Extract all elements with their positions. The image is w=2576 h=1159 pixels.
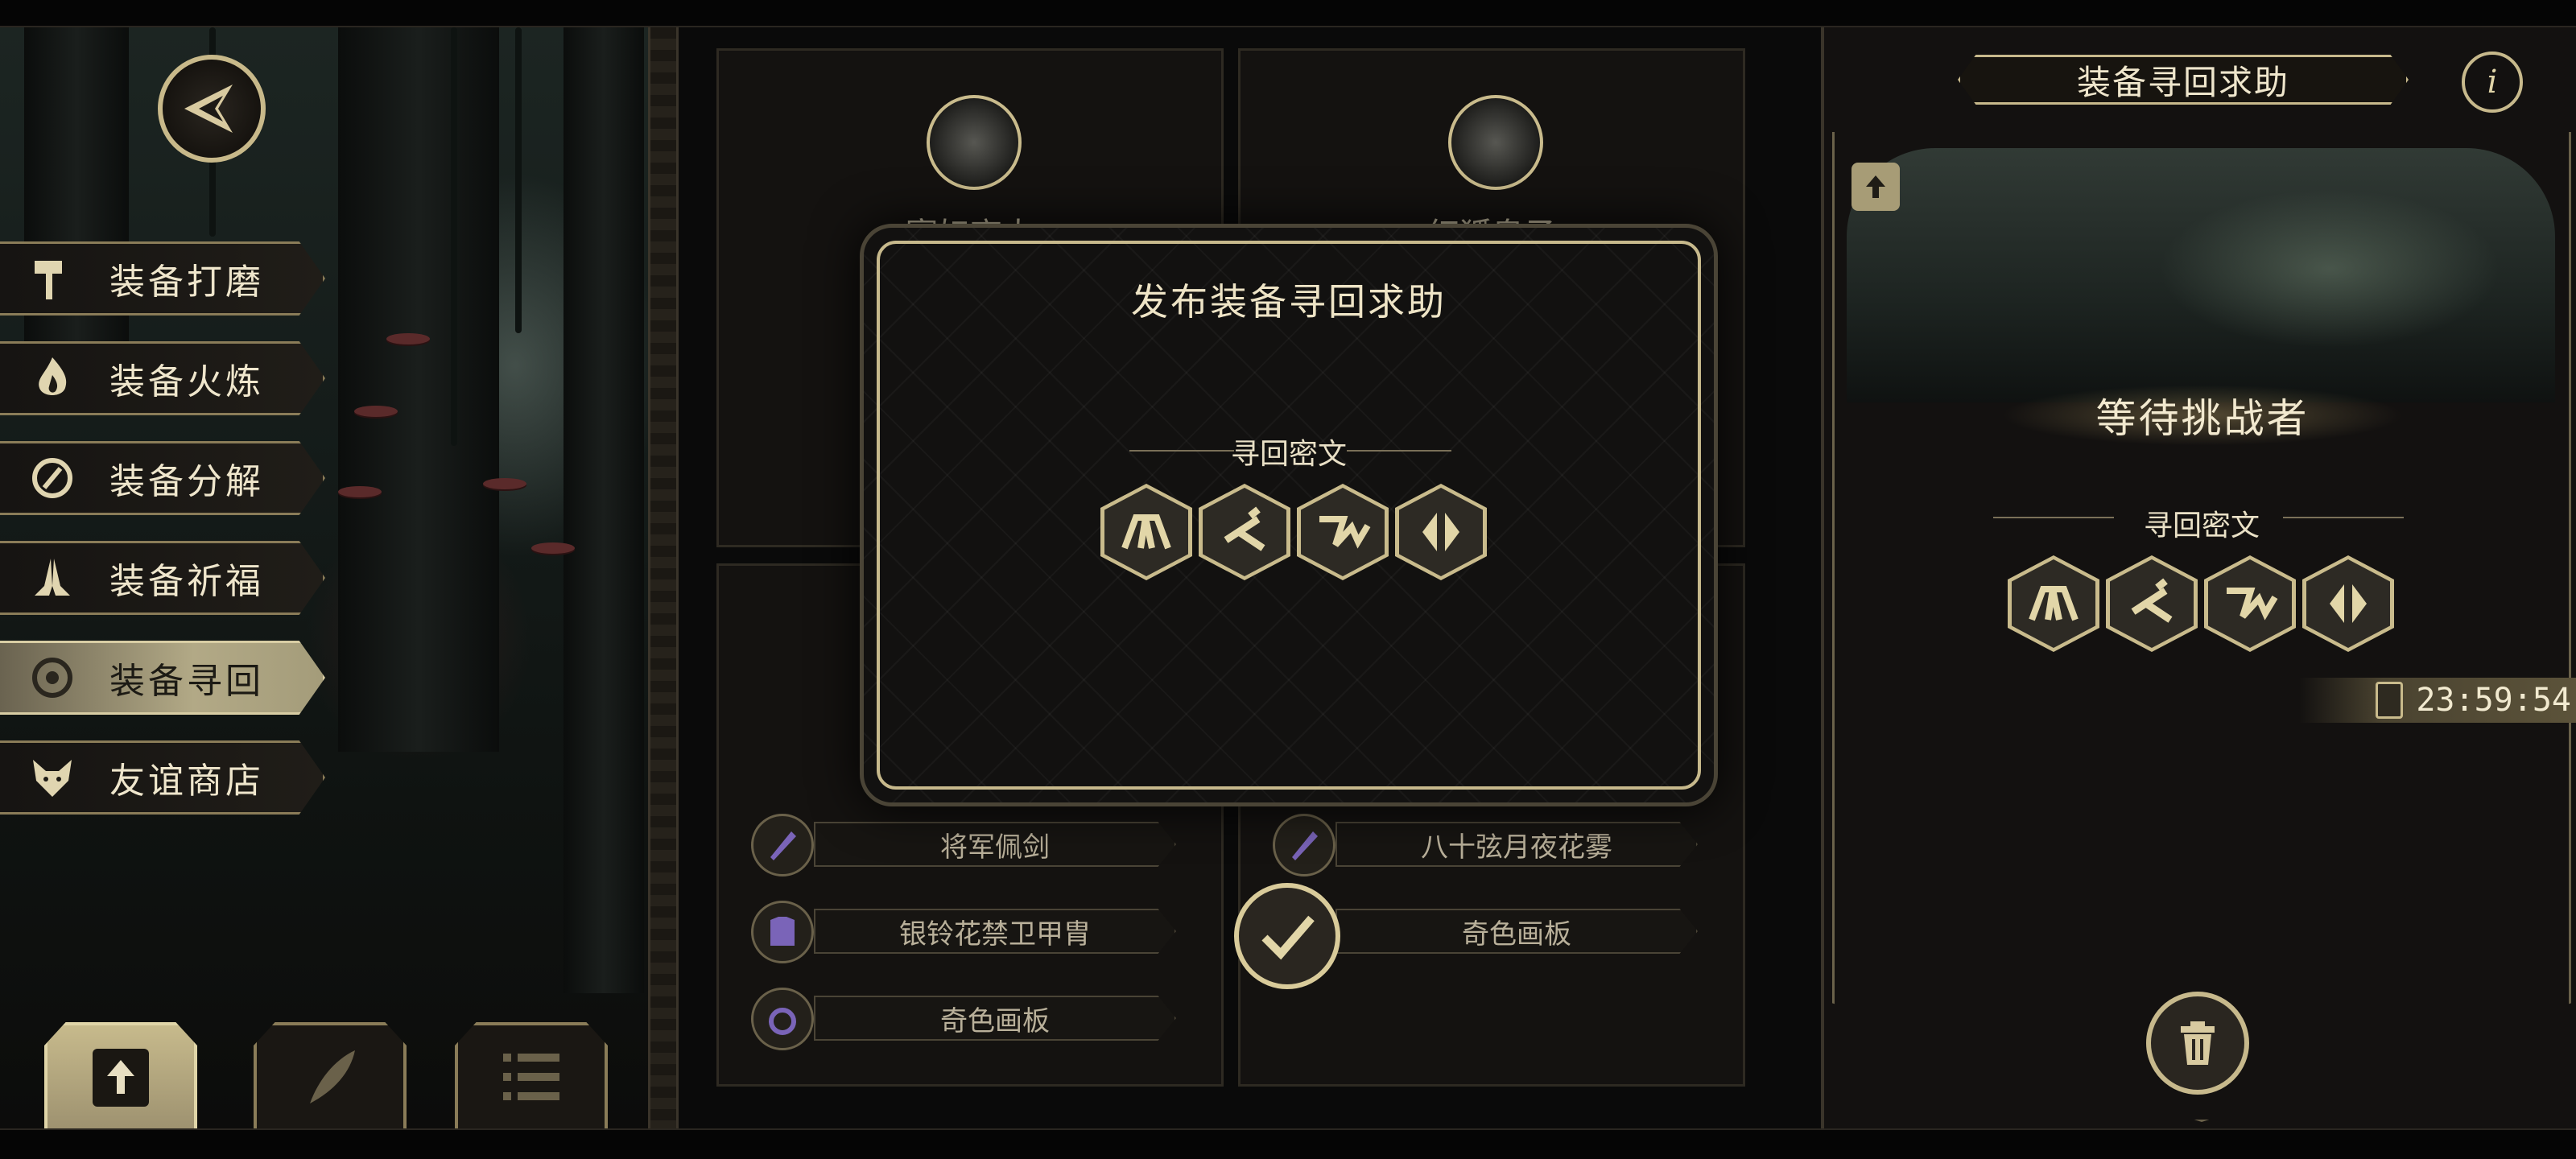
upload-icon (93, 1049, 149, 1107)
sword-icon (751, 814, 814, 876)
mushroom (338, 486, 382, 497)
menu-item-friend-shop[interactable]: 友谊商店 (0, 740, 325, 815)
panel-divider (648, 27, 679, 1128)
sword-icon (1273, 814, 1335, 876)
info-button[interactable]: i (2462, 52, 2523, 113)
quill-icon (310, 1050, 355, 1103)
checkmark-icon (1261, 915, 1315, 960)
mushroom (386, 333, 430, 344)
hourglass-icon (2376, 682, 2404, 719)
vine (451, 27, 457, 446)
equipment-row[interactable]: 奇色画板 (751, 988, 1202, 1050)
character-portrait (1448, 95, 1543, 190)
confirm-button[interactable] (1234, 883, 1340, 989)
delete-button[interactable] (2146, 992, 2249, 1095)
equipment-name: 奇色画板 (814, 996, 1176, 1041)
publish-request-dialog: 发布装备寻回求助 寻回密文 (860, 224, 1718, 806)
list-tab[interactable] (455, 1022, 608, 1128)
rune-b-icon[interactable] (1199, 484, 1290, 580)
menu-item-label: 装备打磨 (109, 262, 264, 303)
cipher-label: 寻回密文 (1230, 438, 1347, 471)
menu-item-label: 装备祈福 (109, 561, 264, 602)
rune-d-icon[interactable] (1395, 484, 1487, 580)
cipher-runes (1100, 484, 1487, 580)
character-portrait (927, 95, 1022, 190)
flame-icon (24, 350, 80, 406)
top-bar (0, 0, 2576, 27)
quill-tab[interactable] (254, 1022, 407, 1128)
menu-item-label: 友谊商店 (109, 761, 264, 802)
menu-item-label: 装备分解 (109, 461, 264, 502)
armor-icon (751, 901, 814, 963)
menu-item-label: 装备寻回 (109, 661, 264, 702)
equipment-name: 将军佩剑 (814, 822, 1176, 867)
status-badge: 等待挑战者 (2001, 385, 2404, 446)
equipment-row[interactable]: 将军佩剑 (751, 814, 1202, 876)
rune-b-icon (2106, 555, 2198, 652)
list-icon (503, 1054, 559, 1100)
mushroom (483, 478, 526, 489)
divider-line (2283, 517, 2404, 518)
back-arrow-icon (184, 85, 233, 133)
tree-trunk (564, 27, 644, 993)
rune-d-icon (2302, 555, 2394, 652)
vine (515, 27, 522, 333)
rune-c-icon (2204, 555, 2296, 652)
decompose-icon (24, 450, 80, 506)
equipment-row[interactable]: 八十弦月夜花雾 (1273, 814, 1724, 876)
rune-a-icon (2008, 555, 2099, 652)
equipment-name: 奇色画板 (1335, 909, 1698, 954)
bottom-toolbar (44, 1022, 624, 1128)
ring-icon (751, 988, 814, 1050)
info-icon: i (2487, 64, 2498, 101)
timer-value: 23:59:54 (2416, 682, 2571, 719)
fox-icon (24, 749, 80, 806)
trash-icon (2181, 1021, 2215, 1065)
countdown-timer: 23:59:54 (2299, 678, 2576, 723)
upload-icon[interactable] (1852, 163, 1900, 211)
stage-thumbnail (1847, 148, 2555, 402)
menu-item-label: 装备火炼 (109, 361, 264, 402)
equipment-row[interactable]: 银铃花禁卫甲胄 (751, 901, 1202, 963)
upload-tab[interactable] (44, 1022, 197, 1128)
praying-hands-icon (24, 550, 80, 606)
back-button[interactable] (158, 55, 266, 163)
hammer-icon (24, 250, 80, 307)
rune-a-icon[interactable] (1100, 484, 1192, 580)
menu-item-decompose[interactable]: 装备分解 (0, 441, 325, 515)
menu-item-polish[interactable]: 装备打磨 (0, 241, 325, 316)
bottom-bar (0, 1128, 2576, 1159)
menu-item-refine[interactable]: 装备火炼 (0, 341, 325, 415)
tree-trunk (338, 27, 499, 752)
mushroom (531, 542, 575, 554)
cipher-runes (2008, 555, 2394, 652)
cipher-label: 寻回密文 (2143, 509, 2260, 542)
divider-line (1347, 450, 1451, 452)
mushroom (354, 406, 398, 417)
rune-c-icon[interactable] (1297, 484, 1389, 580)
equipment-row[interactable]: 奇色画板 (1273, 907, 1724, 955)
equipment-name: 八十弦月夜花雾 (1335, 822, 1698, 867)
panel-title: 装备寻回求助 (1958, 55, 2409, 105)
equipment-name: 银铃花禁卫甲胄 (814, 909, 1176, 954)
retrieve-request-panel: 装备寻回求助 i 等待挑战者 寻回密文 23:59:54 (1821, 27, 2576, 1128)
menu-item-bless[interactable]: 装备祈福 (0, 541, 325, 615)
dialog-title: 发布装备寻回求助 (1131, 280, 1447, 324)
menu-item-retrieve[interactable]: 装备寻回 (0, 641, 325, 715)
target-icon (24, 650, 80, 706)
